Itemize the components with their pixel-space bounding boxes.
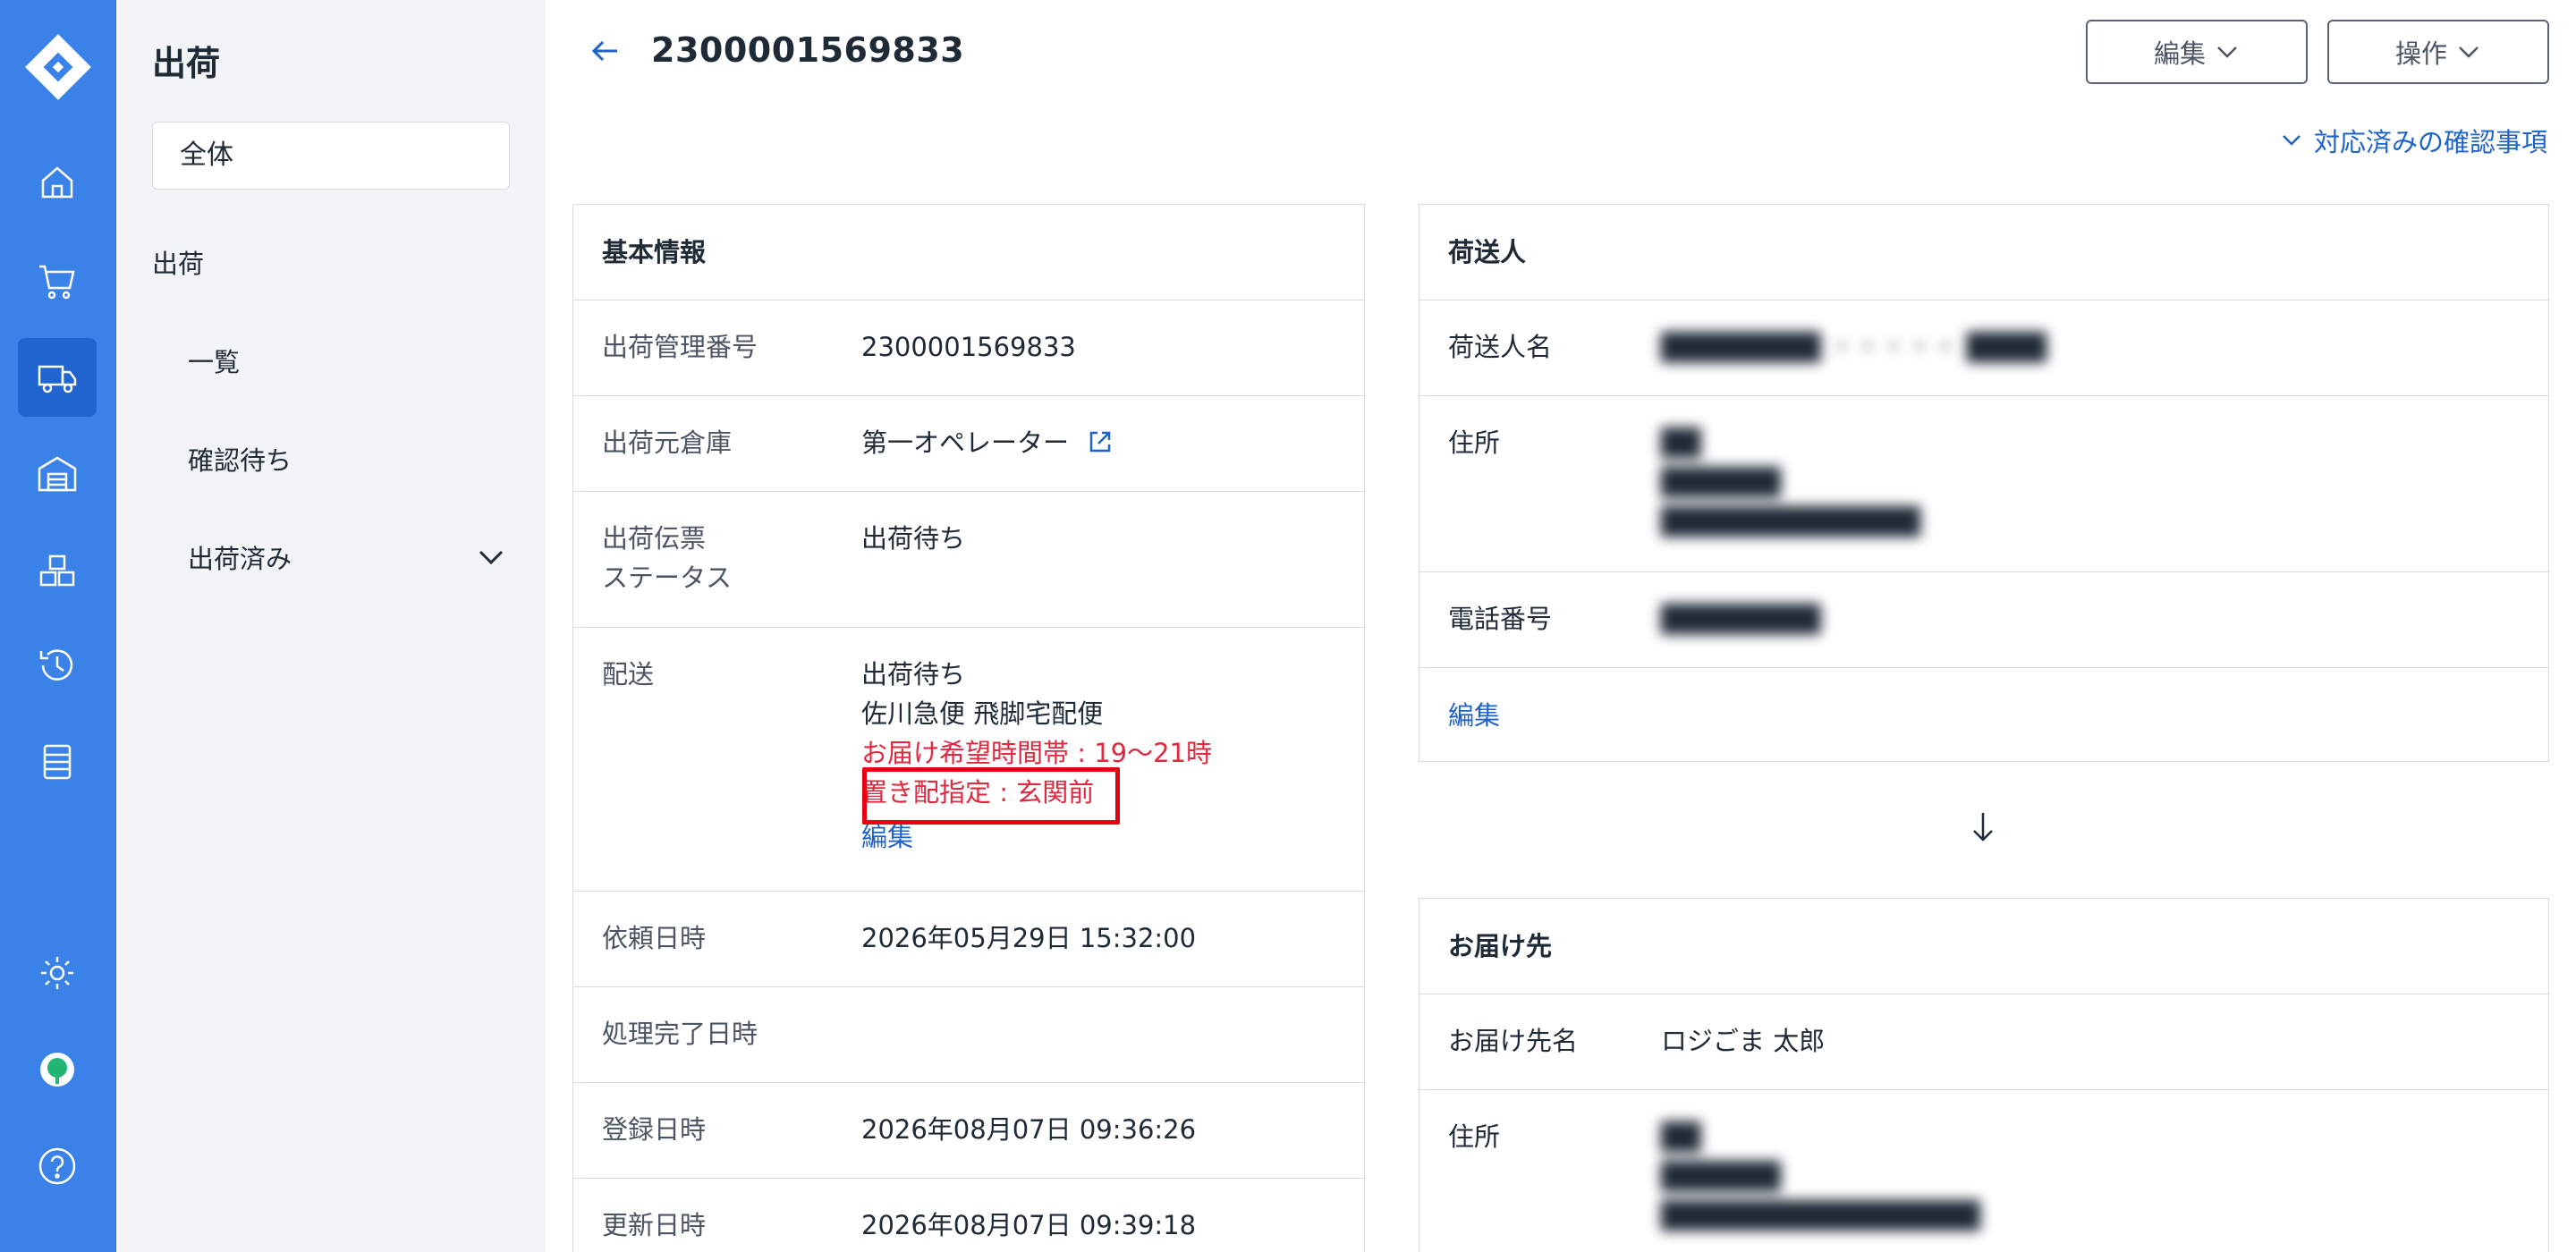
sender-address-label: 住所 bbox=[1448, 427, 1501, 458]
row-sender-name: 荷送人名 ████████ ・・・・・ ████ bbox=[1419, 300, 2548, 396]
row-updated: 更新日時 2026年08月07日 09:39:18 bbox=[573, 1179, 1364, 1252]
edit-dropdown-button[interactable]: 編集 bbox=[2086, 20, 2308, 84]
page-title: 2300001569833 bbox=[651, 30, 965, 70]
sender-name-value-redacted: ████████ ・・・・・ ████ bbox=[1661, 332, 2047, 362]
sender-card: 荷送人 荷送人名 ████████ ・・・・・ ████ 住所 ██ █████… bbox=[1419, 204, 2549, 762]
delivery-status: 出荷待ち bbox=[861, 659, 966, 689]
sender-heading: 荷送人 bbox=[1419, 205, 2548, 300]
row-recipient-address: 住所 ██ ██████ ████████████████ bbox=[1419, 1090, 2548, 1252]
nav-item-shipped[interactable]: 出荷済み bbox=[188, 538, 292, 576]
completed-label: 処理完了日時 bbox=[602, 1019, 758, 1049]
recipient-address-value-redacted: ██ ██████ ████████████████ bbox=[1661, 1121, 1980, 1231]
delivery-label: 配送 bbox=[602, 659, 655, 689]
recipient-name-value: ロジごま 太郎 bbox=[1661, 1026, 1826, 1056]
updated-label: 更新日時 bbox=[602, 1210, 707, 1240]
sender-edit-link[interactable]: 編集 bbox=[1448, 695, 1500, 732]
external-link-icon[interactable] bbox=[1086, 427, 1114, 456]
row-requested: 依頼日時 2026年05月29日 15:32:00 bbox=[573, 892, 1364, 987]
registered-label: 登録日時 bbox=[602, 1114, 707, 1145]
mgmt-no-label: 出荷管理番号 bbox=[602, 332, 758, 362]
edit-button-label: 編集 bbox=[2153, 38, 2206, 69]
recipient-address-label: 住所 bbox=[1448, 1121, 1501, 1152]
delivery-value: 出荷待ち 佐川急便 飛脚宅配便 お届け希望時間帯 : 19〜21時 置き配指定 … bbox=[861, 655, 1212, 857]
truck-icon[interactable] bbox=[18, 338, 97, 417]
resolved-items-label: 対応済みの確認事項 bbox=[2313, 127, 2547, 157]
row-registered: 登録日時 2026年08月07日 09:36:26 bbox=[573, 1083, 1364, 1179]
row-sender-address: 住所 ██ ██████ █████████████ bbox=[1419, 396, 2548, 572]
logo-icon[interactable] bbox=[21, 30, 95, 104]
row-warehouse: 出荷元倉庫 第一オペレーター bbox=[573, 396, 1364, 492]
nav-item-list[interactable]: 一覧 bbox=[188, 342, 240, 379]
recipient-name-label: お届け先名 bbox=[1448, 1026, 1579, 1056]
row-mgmt-no: 出荷管理番号 2300001569833 bbox=[573, 300, 1364, 396]
highlight-annotation bbox=[862, 767, 1120, 825]
basic-info-card: 基本情報 出荷管理番号 2300001569833 出荷元倉庫 第一オペレーター… bbox=[572, 204, 1365, 1252]
status-value: 出荷待ち bbox=[861, 523, 966, 554]
nav-section-label: 出荷 bbox=[152, 249, 205, 279]
home-icon[interactable] bbox=[18, 143, 97, 222]
nav-title: 出荷 bbox=[152, 44, 221, 83]
list-icon[interactable] bbox=[18, 723, 97, 801]
warehouse-icon[interactable] bbox=[18, 435, 97, 513]
row-recipient-name: お届け先名 ロジごま 太郎 bbox=[1419, 994, 2548, 1090]
back-arrow-icon[interactable] bbox=[590, 36, 621, 66]
requested-label: 依頼日時 bbox=[602, 923, 707, 953]
secondary-nav: 出荷 全体 出荷 一覧 確認待ち 出荷済み bbox=[116, 0, 546, 1252]
sender-phone-value-redacted: ████████ bbox=[1661, 604, 1821, 634]
chevron-down-icon bbox=[2283, 135, 2301, 146]
cart-icon[interactable] bbox=[18, 241, 97, 320]
row-sender-phone: 電話番号 ████████ bbox=[1419, 572, 2548, 668]
sender-name-label: 荷送人名 bbox=[1448, 332, 1553, 362]
status-label-line2: ステータス bbox=[602, 563, 733, 593]
basic-info-heading: 基本情報 bbox=[573, 205, 1364, 300]
resolved-items-toggle[interactable]: 対応済みの確認事項 bbox=[2280, 122, 2547, 159]
status-icon[interactable] bbox=[18, 1030, 97, 1109]
gear-icon[interactable] bbox=[18, 934, 97, 1012]
recipient-heading: お届け先 bbox=[1419, 899, 2548, 994]
updated-value: 2026年08月07日 09:39:18 bbox=[861, 1210, 1197, 1240]
sender-address-value-redacted: ██ ██████ █████████████ bbox=[1661, 427, 1920, 537]
delivery-carrier: 佐川急便 飛脚宅配便 bbox=[861, 698, 1104, 729]
warehouse-value: 第一オペレーター bbox=[861, 423, 1114, 462]
registered-value: 2026年08月07日 09:36:26 bbox=[861, 1114, 1197, 1145]
recipient-card: お届け先 お届け先名 ロジごま 太郎 住所 ██ ██████ ████████… bbox=[1419, 898, 2549, 1252]
scope-selector[interactable]: 全体 bbox=[152, 122, 510, 190]
row-completed: 処理完了日時 bbox=[573, 987, 1364, 1083]
chevron-down-icon bbox=[2459, 47, 2479, 58]
operations-dropdown-button[interactable]: 操作 bbox=[2327, 20, 2549, 84]
warehouse-link[interactable]: 第一オペレーター bbox=[861, 427, 1069, 458]
mgmt-no-value: 2300001569833 bbox=[861, 332, 1076, 362]
warehouse-label: 出荷元倉庫 bbox=[602, 427, 733, 458]
help-icon[interactable] bbox=[18, 1127, 97, 1205]
nav-item-pending[interactable]: 確認待ち bbox=[188, 440, 292, 478]
sender-phone-label: 電話番号 bbox=[1448, 604, 1553, 634]
requested-value: 2026年05月29日 15:32:00 bbox=[861, 923, 1197, 953]
status-label-line1: 出荷伝票 bbox=[602, 523, 707, 554]
row-delivery: 配送 出荷待ち 佐川急便 飛脚宅配便 お届け希望時間帯 : 19〜21時 置き配… bbox=[573, 628, 1364, 892]
status-label: 出荷伝票 ステータス bbox=[602, 519, 732, 597]
app-rail bbox=[0, 0, 116, 1252]
operations-button-label: 操作 bbox=[2394, 38, 2447, 69]
arrow-down-icon bbox=[1973, 813, 1993, 842]
history-icon[interactable] bbox=[18, 626, 97, 705]
inventory-icon[interactable] bbox=[18, 531, 97, 610]
row-status: 出荷伝票 ステータス 出荷待ち bbox=[573, 492, 1364, 628]
chevron-down-icon bbox=[2217, 47, 2237, 58]
chevron-down-icon[interactable] bbox=[476, 542, 506, 572]
sender-edit-row: 編集 bbox=[1419, 668, 2548, 761]
